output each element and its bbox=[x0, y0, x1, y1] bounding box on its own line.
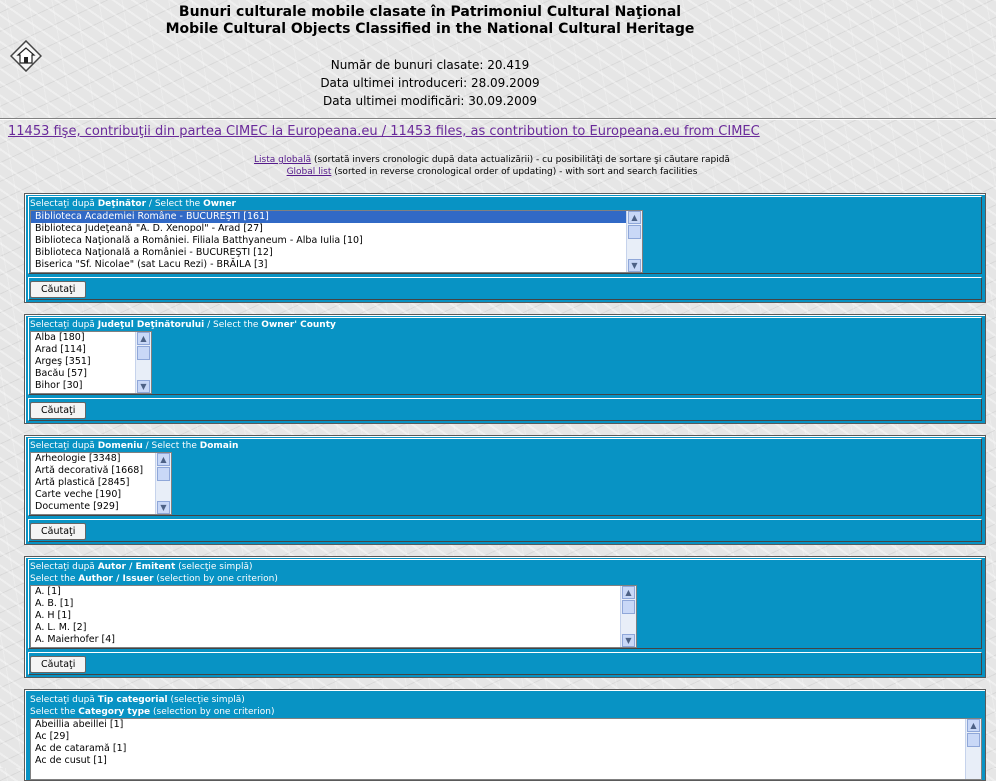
list-item[interactable]: Carte veche [190] bbox=[31, 489, 171, 501]
domain-select[interactable]: Arheologie [3348] Artă decorativă [1668]… bbox=[30, 452, 172, 515]
list-item[interactable]: Biblioteca Academiei Române - BUCUREŞTI … bbox=[31, 211, 642, 223]
list-item[interactable]: A. B. [1] bbox=[31, 598, 636, 610]
domain-search-button[interactable]: Căutaţi bbox=[30, 523, 87, 540]
author-label-ro: Selectaţi după Autor / Emitent (selecţie… bbox=[30, 562, 253, 572]
list-item[interactable]: Biblioteca Naţională a României. Filiala… bbox=[31, 235, 642, 247]
scrollbar[interactable]: ▲ ▼ bbox=[620, 586, 636, 647]
list-item[interactable]: Artă plastică [2845] bbox=[31, 477, 171, 489]
stats-block: Număr de bunuri clasate: 20.419 Data ult… bbox=[230, 56, 630, 110]
global-list-en-text: (sorted in reverse cronological order of… bbox=[331, 167, 698, 177]
stats-last-entry: Data ultimei introduceri: 28.09.2009 bbox=[320, 76, 540, 90]
list-item[interactable]: A. L. M. [2] bbox=[31, 622, 636, 634]
author-panel: Selectaţi după Autor / Emitent (selecţie… bbox=[24, 556, 986, 678]
author-label-en: Select the Author / Issuer (selection by… bbox=[30, 574, 278, 584]
list-item[interactable]: A. H [1] bbox=[31, 610, 636, 622]
list-item[interactable]: Ac de cataramă [1] bbox=[31, 743, 981, 755]
list-item[interactable]: Argeş [351] bbox=[31, 356, 151, 368]
list-item[interactable]: Arheologie [3348] bbox=[31, 453, 171, 465]
scrollbar[interactable]: ▲ ▼ bbox=[135, 332, 151, 393]
list-item[interactable]: A. Maierhofer [4] bbox=[31, 634, 636, 646]
home-button[interactable] bbox=[10, 40, 42, 72]
county-label: Selectaţi după Judeţul Deţinătorului / S… bbox=[30, 320, 336, 330]
list-item[interactable]: Bacău [57] bbox=[31, 368, 151, 380]
list-item[interactable]: Arad [114] bbox=[31, 344, 151, 356]
europeana-link[interactable]: 11453 fişe, contribuţii din partea CIMEC… bbox=[8, 124, 760, 139]
county-search-button[interactable]: Căutaţi bbox=[30, 402, 87, 419]
page-title: Bunuri culturale mobile clasate în Patri… bbox=[110, 4, 750, 38]
county-panel: Selectaţi după Judeţul Deţinătorului / S… bbox=[24, 314, 986, 424]
title-en: Mobile Cultural Objects Classified in th… bbox=[165, 21, 695, 37]
divider bbox=[0, 118, 996, 120]
list-item[interactable]: Biserica "Sf. Nicolae" (sat Lacu Rezi) -… bbox=[31, 259, 642, 271]
global-list-ro-text: (sortată invers cronologic după data act… bbox=[311, 155, 730, 165]
county-select[interactable]: Alba [180] Arad [114] Argeş [351] Bacău … bbox=[30, 331, 152, 394]
owner-search-button[interactable]: Căutaţi bbox=[30, 281, 87, 298]
author-select[interactable]: A. [1] A. B. [1] A. H [1] A. L. M. [2] A… bbox=[30, 585, 637, 648]
category-panel: Selectaţi după Tip categorial (selecţie … bbox=[24, 689, 986, 781]
list-item[interactable]: Ac de cusut [1] bbox=[31, 755, 981, 767]
list-item[interactable]: Documente [929] bbox=[31, 501, 171, 513]
scrollbar[interactable]: ▲ ▼ bbox=[626, 211, 642, 272]
category-select[interactable]: Abeillia abeillei [1] Ac [29] Ac de cata… bbox=[30, 718, 982, 780]
list-item[interactable]: Abeillia abeillei [1] bbox=[31, 719, 981, 731]
list-item[interactable]: Bihor [30] bbox=[31, 380, 151, 392]
title-ro: Bunuri culturale mobile clasate în Patri… bbox=[178, 4, 682, 20]
owner-select[interactable]: Biblioteca Academiei Române - BUCUREŞTI … bbox=[30, 210, 643, 273]
stats-count: Număr de bunuri clasate: 20.419 bbox=[330, 58, 530, 72]
list-item[interactable]: Biblioteca Judeţeană "A. D. Xenopol" - A… bbox=[31, 223, 642, 235]
domain-label: Selectaţi după Domeniu / Select the Doma… bbox=[30, 441, 239, 451]
list-item[interactable]: Biblioteca Naţională a României - BUCURE… bbox=[31, 247, 642, 259]
list-item[interactable]: Ac [29] bbox=[31, 731, 981, 743]
list-item[interactable]: Artă decorativă [1668] bbox=[31, 465, 171, 477]
global-list-en-link[interactable]: Global list bbox=[287, 167, 332, 177]
stats-last-modified: Data ultimei modificări: 30.09.2009 bbox=[323, 94, 537, 108]
author-search-button[interactable]: Căutaţi bbox=[30, 656, 87, 673]
global-list-ro-link[interactable]: Lista globală bbox=[254, 155, 311, 165]
scrollbar[interactable]: ▲ bbox=[965, 719, 981, 779]
domain-panel: Selectaţi după Domeniu / Select the Doma… bbox=[24, 435, 986, 545]
category-label-ro: Selectaţi după Tip categorial (selecţie … bbox=[30, 695, 245, 705]
list-item[interactable]: A. [1] bbox=[31, 586, 636, 598]
owner-label: Selectaţi după Deţinător / Select the Ow… bbox=[30, 199, 236, 209]
category-label-en: Select the Category type (selection by o… bbox=[30, 707, 275, 717]
global-list-block: Lista globală (sortată invers cronologic… bbox=[0, 154, 984, 178]
owner-panel: Selectaţi după Deţinător / Select the Ow… bbox=[24, 193, 986, 303]
list-item[interactable]: Alba [180] bbox=[31, 332, 151, 344]
scrollbar[interactable]: ▲ ▼ bbox=[155, 453, 171, 514]
